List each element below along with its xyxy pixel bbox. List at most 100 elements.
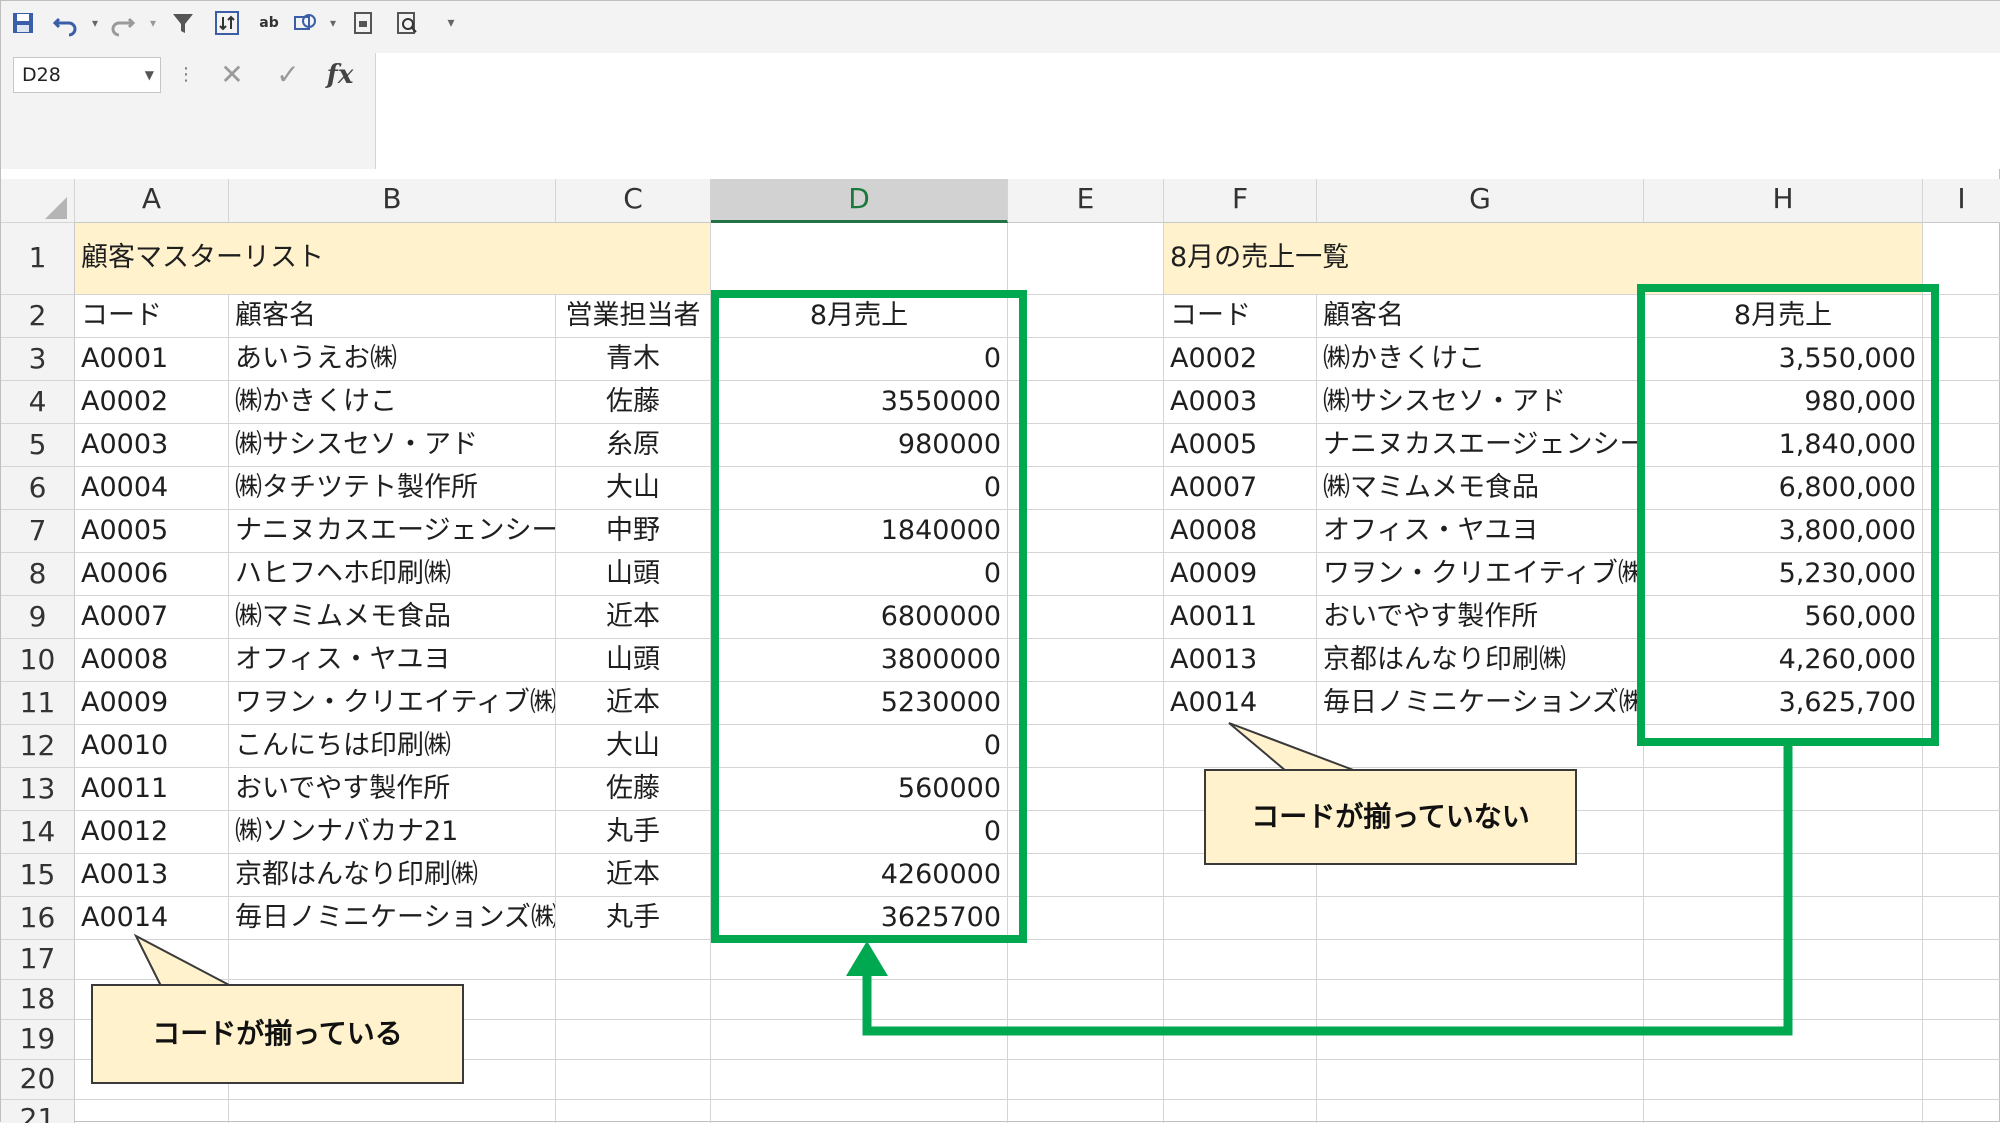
cell-e6[interactable] (1008, 467, 1164, 510)
cell-d17[interactable] (711, 940, 1008, 980)
master-row-code[interactable]: A0014 (75, 897, 229, 940)
master-row-name[interactable]: 毎日ノミニケーションズ㈱ (229, 897, 556, 940)
formula-input[interactable] (375, 53, 2000, 169)
august-row-code[interactable]: A0009 (1164, 553, 1317, 596)
row-header-8[interactable]: 8 (1, 553, 75, 596)
master-row-code[interactable]: A0008 (75, 639, 229, 682)
cell-i14[interactable] (1923, 811, 2000, 854)
master-row-name[interactable]: ㈱マミムメモ食品 (229, 596, 556, 639)
filter-icon[interactable] (169, 9, 197, 37)
august-row-name[interactable]: ㈱かきくけこ (1317, 338, 1644, 381)
row-header-20[interactable]: 20 (1, 1060, 75, 1100)
row-header-11[interactable]: 11 (1, 682, 75, 725)
master-row-rep[interactable]: 青木 (556, 338, 711, 381)
cell-g21[interactable] (1317, 1100, 1644, 1123)
enter-icon[interactable]: ✓ (265, 57, 311, 93)
august-row-code[interactable]: A0007 (1164, 467, 1317, 510)
master-row-code[interactable]: A0012 (75, 811, 229, 854)
column-header-g[interactable]: G (1317, 179, 1644, 223)
column-header-d[interactable]: D (711, 179, 1008, 223)
august-header-name[interactable]: 顧客名 (1317, 295, 1644, 338)
row-header-2[interactable]: 2 (1, 295, 75, 338)
cell-i15[interactable] (1923, 854, 2000, 897)
cell-c20[interactable] (556, 1060, 711, 1100)
row-header-9[interactable]: 9 (1, 596, 75, 639)
master-row-rep[interactable]: 近本 (556, 682, 711, 725)
master-row-rep[interactable]: 中野 (556, 510, 711, 553)
august-row-name[interactable]: ㈱サシスセソ・アド (1317, 381, 1644, 424)
cell-f16[interactable] (1164, 897, 1317, 940)
master-row-code[interactable]: A0003 (75, 424, 229, 467)
function-icon[interactable]: fx (317, 57, 363, 93)
august-row-name[interactable]: ワヲン・クリエイティブ㈱ (1317, 553, 1644, 596)
master-row-rep[interactable]: 糸原 (556, 424, 711, 467)
master-row-code[interactable]: A0009 (75, 682, 229, 725)
master-row-rep[interactable]: 丸手 (556, 897, 711, 940)
august-row-code[interactable]: A0011 (1164, 596, 1317, 639)
cell-i13[interactable] (1923, 768, 2000, 811)
chevron-down-icon[interactable]: ▼ (145, 58, 154, 92)
august-row-name[interactable]: 毎日ノミニケーションズ㈱ (1317, 682, 1644, 725)
cell-c17[interactable] (556, 940, 711, 980)
cell-c18[interactable] (556, 980, 711, 1020)
row-header-19[interactable]: 19 (1, 1020, 75, 1060)
cell-e4[interactable] (1008, 381, 1164, 424)
master-row-rep[interactable]: 近本 (556, 854, 711, 897)
name-box[interactable]: D28 ▼ (13, 57, 161, 93)
column-header-c[interactable]: C (556, 179, 711, 223)
cell-f18[interactable] (1164, 980, 1317, 1020)
cell-h21[interactable] (1644, 1100, 1923, 1123)
august-row-code[interactable]: A0002 (1164, 338, 1317, 381)
master-row-name[interactable]: ワヲン・クリエイティブ㈱ (229, 682, 556, 725)
redo-dropdown-icon[interactable]: ▾ (139, 9, 167, 37)
cell-h16[interactable] (1644, 897, 1923, 940)
master-row-code[interactable]: A0004 (75, 467, 229, 510)
cell-g18[interactable] (1317, 980, 1644, 1020)
cell-h18[interactable] (1644, 980, 1923, 1020)
august-row-name[interactable]: ナニヌカスエージェンシー㈱ (1317, 424, 1644, 467)
master-row-code[interactable]: A0006 (75, 553, 229, 596)
master-row-rep[interactable]: 山頭 (556, 553, 711, 596)
cell-c21[interactable] (556, 1100, 711, 1123)
cell-d19[interactable] (711, 1020, 1008, 1060)
row-header-17[interactable]: 17 (1, 940, 75, 980)
row-header-10[interactable]: 10 (1, 639, 75, 682)
column-header-f[interactable]: F (1164, 179, 1317, 223)
august-row-name[interactable]: オフィス・ヤユヨ (1317, 510, 1644, 553)
august-header-code[interactable]: コード (1164, 295, 1317, 338)
spelling-icon[interactable]: ab (255, 9, 283, 37)
cell-f21[interactable] (1164, 1100, 1317, 1123)
master-row-code[interactable]: A0005 (75, 510, 229, 553)
cell-e10[interactable] (1008, 639, 1164, 682)
cell-e2[interactable] (1008, 295, 1164, 338)
column-header-i[interactable]: I (1923, 179, 2000, 223)
row-header-21[interactable]: 21 (1, 1100, 75, 1123)
master-row-code[interactable]: A0013 (75, 854, 229, 897)
cell-d18[interactable] (711, 980, 1008, 1020)
master-row-name[interactable]: あいうえお㈱ (229, 338, 556, 381)
master-title-cell[interactable]: 顧客マスターリスト (75, 223, 711, 295)
row-header-7[interactable]: 7 (1, 510, 75, 553)
august-row-name[interactable]: おいでやす製作所 (1317, 596, 1644, 639)
undo-icon[interactable] (51, 9, 79, 37)
cell-e14[interactable] (1008, 811, 1164, 854)
master-row-name[interactable]: ナニヌカスエージェンシー㈱ (229, 510, 556, 553)
cell-i16[interactable] (1923, 897, 2000, 940)
august-row-code[interactable]: A0008 (1164, 510, 1317, 553)
cell-b17[interactable] (229, 940, 556, 980)
cancel-icon[interactable]: ✕ (209, 57, 255, 93)
cell-e7[interactable] (1008, 510, 1164, 553)
cell-i21[interactable] (1923, 1100, 2000, 1123)
cell-a21[interactable] (75, 1100, 229, 1123)
august-row-name[interactable]: ㈱マミムメモ食品 (1317, 467, 1644, 510)
cell-h13[interactable] (1644, 768, 1923, 811)
cell-h17[interactable] (1644, 940, 1923, 980)
master-row-name[interactable]: ㈱かきくけこ (229, 381, 556, 424)
cell-f12[interactable] (1164, 725, 1317, 768)
master-row-rep[interactable]: 近本 (556, 596, 711, 639)
customize-icon[interactable]: ▾ (437, 9, 465, 37)
august-row-code[interactable]: A0005 (1164, 424, 1317, 467)
cell-h20[interactable] (1644, 1060, 1923, 1100)
cell-e9[interactable] (1008, 596, 1164, 639)
master-row-name[interactable]: ハヒフヘホ印刷㈱ (229, 553, 556, 596)
